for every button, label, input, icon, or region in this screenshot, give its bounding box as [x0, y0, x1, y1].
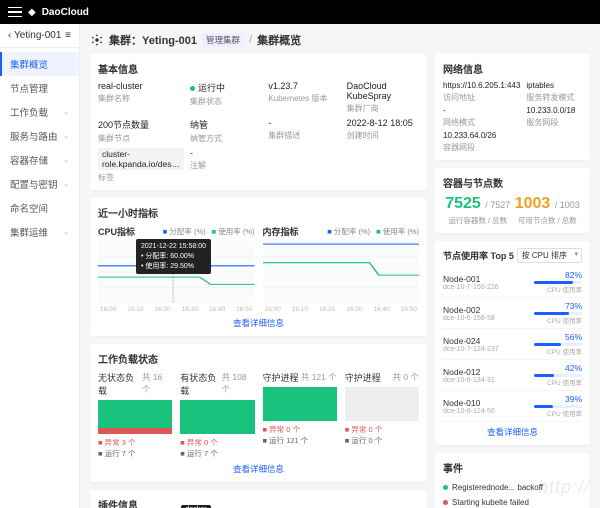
chevron-down-icon: ⌄	[63, 180, 69, 188]
events-card: 事件 Registerednode... backoffStarting kub…	[435, 453, 590, 508]
node-row[interactable]: Node-010dce-10-6-124-5039%CPU 使用率	[443, 391, 582, 422]
chevron-down-icon: ⌄	[63, 228, 69, 236]
net-info-card: 网络信息 https://10.6.205.1:443访问地址iptables服…	[435, 54, 590, 160]
sidebar-item[interactable]: 容器存储⌄	[0, 148, 79, 172]
info-cell: https://10.6.205.1:443访问地址	[443, 81, 520, 103]
sidebar-item[interactable]: 集群概览	[0, 52, 79, 76]
info-cell: 2022-8-12 18:05创建时间	[347, 118, 419, 144]
event-item: Registerednode... backoff	[443, 480, 582, 495]
info-cell: -集群描述	[268, 118, 340, 144]
filter-icon[interactable]: ≡	[65, 30, 71, 41]
info-cell: 纳管纳管方式	[190, 118, 262, 144]
sidebar-item[interactable]: 工作负载⌄	[0, 100, 79, 124]
info-cell: 10.233.0.0/18服务网段	[526, 106, 582, 128]
sidebar: ‹ Yeting-001 ≡ 集群概览节点管理工作负载⌄服务与路由⌄容器存储⌄配…	[0, 24, 80, 508]
metrics-card: 近一小时指标 CPU指标分配率 (%)使用率 (%) 2021-12-22 15…	[90, 198, 427, 336]
cpu-chart: CPU指标分配率 (%)使用率 (%) 2021-12-22 15:58:00•…	[98, 225, 255, 313]
brand-name: DaoCloud	[42, 7, 89, 18]
cluster-type-tag: 管理集群	[202, 33, 244, 47]
chevron-down-icon: ⌄	[63, 132, 69, 140]
node-row[interactable]: Node-012dce-10-6-134-3142%CPU 使用率	[443, 360, 582, 391]
info-cell: DaoCloud KubeSpray集群厂商	[347, 81, 419, 114]
info-cell: real-cluster集群名称	[98, 81, 184, 114]
cluster-selector[interactable]: ‹ Yeting-001 ≡	[0, 24, 79, 48]
event-item: Starting kubelte failed5 分钟前	[443, 495, 582, 508]
info-cell: 200节点数量集群节点	[98, 118, 184, 144]
hamburger-icon[interactable]	[8, 5, 22, 19]
workload-item: 无状态负载共 16 个■ 异常 3 个■ 运行 7 个	[98, 371, 172, 459]
top5-card: 节点使用率 Top 5按 CPU 排序 Node-001dce-10-7-150…	[435, 241, 590, 445]
sidebar-item[interactable]: 配置与密钥⌄	[0, 172, 79, 196]
workload-detail-link[interactable]: 查看详细信息	[98, 463, 419, 475]
workload-item: 守护进程共 0 个■ 异常 0 个■ 运行 0 个	[345, 371, 419, 459]
metrics-detail-link[interactable]: 查看详细信息	[98, 317, 419, 329]
chart-tooltip: 2021-12-22 15:58:00• 分配率: 60.00%• 使用率: 2…	[136, 239, 211, 274]
workload-item: 守护进程共 121 个■ 异常 0 个■ 运行 121 个	[263, 371, 337, 459]
brand-logo: ◆	[28, 7, 36, 18]
info-cell: iptables服务转发模式	[526, 81, 582, 103]
node-row[interactable]: Node-024dce-10-7-124-23756%CPU 使用率	[443, 329, 582, 360]
sidebar-item[interactable]: 集群运维⌄	[0, 220, 79, 244]
topbar: ◆ DaoCloud	[0, 0, 600, 24]
counts-card: 容器与节点数 7525 / 7527运行容器数 / 总数 1003 / 1003…	[435, 168, 590, 233]
main-content: 集群：Yeting-001 管理集群 / 集群概览 基本信息 real-clus…	[80, 24, 600, 508]
info-cell: 10.233.64.0/26容器网段	[443, 131, 520, 153]
node-row[interactable]: Node-002dce-10-6-158-5873%CPU 使用率	[443, 298, 582, 329]
workload-card: 工作负载状态 无状态负载共 16 个■ 异常 3 个■ 运行 7 个有状态负载共…	[90, 344, 427, 482]
basic-info-card: 基本信息 real-cluster集群名称运行中集群状态v1.23.7Kuber…	[90, 54, 427, 190]
info-cell: -注解	[190, 148, 262, 183]
mem-chart: 内存指标分配率 (%)使用率 (%) 16:0016:1016:2016:301…	[263, 225, 420, 313]
info-cell: 运行中集群状态	[190, 81, 262, 114]
sidebar-item[interactable]: 服务与路由⌄	[0, 124, 79, 148]
info-cell: -网络模式	[443, 106, 520, 128]
plugins-card: 插件信息 splunk>dockerDaoCloud 查看详细信息	[90, 490, 427, 508]
sort-select[interactable]: 按 CPU 排序	[517, 248, 582, 263]
breadcrumb: 集群：Yeting-001 管理集群 / 集群概览	[90, 32, 590, 48]
top5-detail-link[interactable]: 查看详细信息	[443, 426, 582, 438]
chevron-down-icon: ⌄	[63, 108, 69, 116]
info-cell: v1.23.7Kubernetes 版本	[268, 81, 340, 114]
sidebar-item[interactable]: 命名空间	[0, 196, 79, 220]
info-cell: cluster-role.kpanda.io/des…标签	[98, 148, 184, 183]
workload-item: 有状态负载共 108 个■ 异常 0 个■ 运行 7 个	[180, 371, 254, 459]
sidebar-item[interactable]: 节点管理	[0, 76, 79, 100]
node-row[interactable]: Node-001dce-10-7-150-22682%CPU 使用率	[443, 267, 582, 298]
chevron-down-icon: ⌄	[63, 156, 69, 164]
cluster-icon	[90, 33, 104, 47]
